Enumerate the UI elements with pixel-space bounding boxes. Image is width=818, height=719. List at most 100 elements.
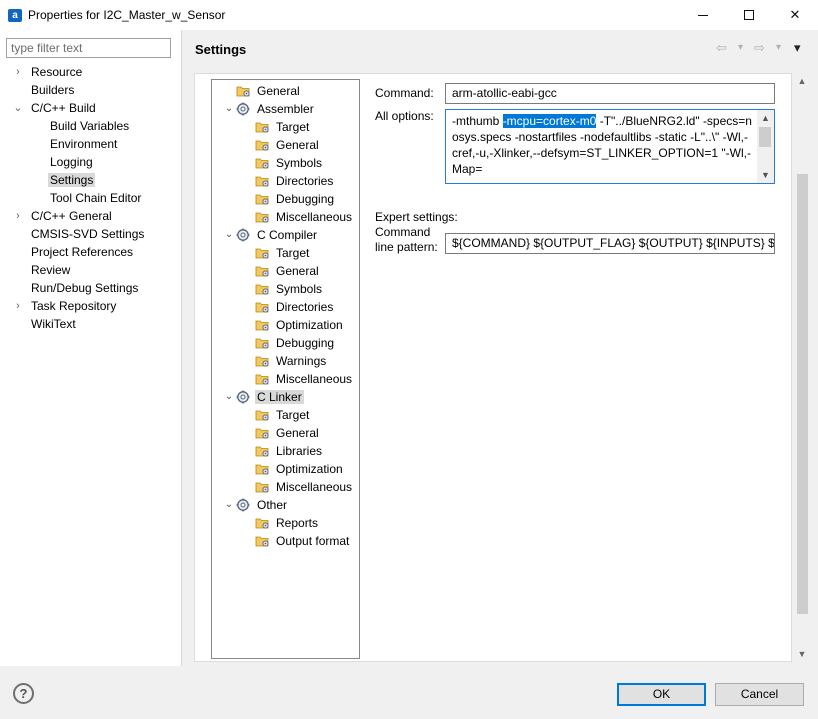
nav-item[interactable]: › Resource: [16, 63, 84, 81]
nav-item[interactable]: Environment: [48, 135, 119, 153]
scroll-down-icon[interactable]: ▼: [757, 168, 774, 182]
nav-item[interactable]: Run/Debug Settings: [29, 279, 140, 297]
nav-item[interactable]: ⌄ C/C++ Build: [13, 99, 98, 117]
tree-item[interactable]: Target: [255, 244, 311, 262]
tree-item[interactable]: Libraries: [255, 442, 324, 460]
command-line-pattern-field[interactable]: ${COMMAND} ${OUTPUT_FLAG} ${OUTPUT} ${IN…: [445, 233, 775, 254]
back-arrow-icon[interactable]: ⇦: [716, 40, 727, 56]
tree-item[interactable]: Target: [255, 406, 311, 424]
tree-item[interactable]: Warnings: [255, 352, 328, 370]
tree-item[interactable]: Directories: [255, 298, 335, 316]
nav-item[interactable]: Review: [29, 261, 72, 279]
folder-icon: [255, 264, 270, 278]
tree-item[interactable]: Optimization: [255, 316, 345, 334]
left-pane: ›Resource Builders ⌄C/C++ BuildBuild Varia…: [0, 30, 181, 666]
tree-item-label: Debugging: [276, 192, 335, 206]
tree-item-label: Directories: [276, 174, 334, 188]
tree-item[interactable]: General: [255, 424, 321, 442]
tree-item-label: Miscellaneous: [276, 372, 353, 386]
folder-icon: [255, 444, 270, 458]
scroll-up-icon[interactable]: ▲: [794, 73, 810, 89]
tree-item[interactable]: ⌄ Other: [225, 496, 289, 514]
folder-icon: [236, 84, 251, 98]
tree-item[interactable]: Miscellaneous: [255, 478, 354, 496]
nav-item[interactable]: Builders: [29, 81, 76, 99]
title-bar: a Properties for I2C_Master_w_Sensor ✕: [0, 0, 818, 30]
forward-arrow-icon[interactable]: ⇨: [754, 40, 765, 56]
nav-item[interactable]: Tool Chain Editor: [48, 189, 143, 207]
right-pane: Settings ⇦ ▾ ⇨ ▾ ▾ General ⌄ Assembler Targ…: [182, 30, 818, 666]
expert-settings-label: Expert settings:: [375, 210, 458, 224]
cancel-button[interactable]: Cancel: [715, 683, 804, 706]
nav-item-label: Builders: [31, 83, 75, 97]
nav-item-label: Run/Debug Settings: [31, 281, 139, 295]
tree-item[interactable]: Optimization: [255, 460, 345, 478]
tree-item[interactable]: Symbols: [255, 280, 324, 298]
tree-item[interactable]: Symbols: [255, 154, 324, 172]
chevron-down-icon[interactable]: ⌄: [223, 388, 235, 406]
content-scroll-thumb[interactable]: [797, 174, 808, 614]
tree-item-label: Target: [276, 408, 310, 422]
view-menu-icon[interactable]: ▾: [794, 40, 801, 56]
chevron-down-icon[interactable]: ⌄: [223, 100, 235, 118]
tree-item-label: Assembler: [257, 102, 314, 116]
command-field[interactable]: arm-atollic-eabi-gcc: [445, 83, 775, 104]
nav-item[interactable]: CMSIS-SVD Settings: [29, 225, 146, 243]
all-options-textarea[interactable]: -mthumb -mcpu=cortex-m0 -T"../BlueNRG2.l…: [445, 109, 775, 184]
folder-icon: [255, 462, 270, 476]
tree-item[interactable]: Output format: [255, 532, 351, 550]
chevron-right-icon[interactable]: ›: [12, 297, 24, 315]
chevron-down-icon[interactable]: ⌄: [223, 496, 235, 514]
tool-settings-tree[interactable]: General ⌄ Assembler Target General Symbols Dir…: [211, 79, 360, 659]
all-options-label: All options:: [375, 109, 434, 123]
folder-icon: [255, 318, 270, 332]
chevron-down-icon[interactable]: ⌄: [223, 226, 235, 244]
nav-item[interactable]: › C/C++ General: [16, 207, 114, 225]
scroll-up-icon[interactable]: ▲: [757, 111, 774, 125]
tree-item[interactable]: Debugging: [255, 190, 336, 208]
help-button[interactable]: ?: [13, 683, 34, 704]
gear-icon: [236, 228, 250, 242]
folder-icon: [255, 192, 270, 206]
close-button[interactable]: ✕: [772, 0, 818, 30]
tree-item-label: Debugging: [276, 336, 335, 350]
tree-item[interactable]: General: [255, 262, 321, 280]
nav-item[interactable]: Project References: [29, 243, 135, 261]
tree-item[interactable]: ⌄ C Compiler: [225, 226, 319, 244]
tree-item[interactable]: General: [255, 136, 321, 154]
tree-item-label: Output format: [276, 534, 350, 548]
nav-item[interactable]: Logging: [48, 153, 95, 171]
maximize-button[interactable]: [726, 0, 772, 30]
nav-item[interactable]: WikiText: [29, 315, 78, 333]
close-icon: ✕: [789, 7, 801, 22]
nav-item[interactable]: Settings: [48, 171, 96, 189]
scroll-down-icon[interactable]: ▼: [794, 646, 810, 662]
chevron-down-icon[interactable]: ⌄: [12, 99, 24, 117]
tree-item[interactable]: ⌄ C Linker: [225, 388, 304, 406]
tree-item-label: Warnings: [276, 354, 327, 368]
tree-item[interactable]: Debugging: [255, 334, 336, 352]
tree-item-label: Other: [257, 498, 288, 512]
minimize-button[interactable]: [680, 0, 726, 30]
nav-item[interactable]: › Task Repository: [16, 297, 118, 315]
tree-item[interactable]: Miscellaneous: [255, 208, 354, 226]
forward-history-dropdown-icon[interactable]: ▾: [776, 42, 781, 53]
nav-item[interactable]: Build Variables: [48, 117, 131, 135]
options-scrollbar[interactable]: ▲ ▼: [757, 110, 774, 183]
tree-item[interactable]: General: [236, 82, 302, 100]
tree-item[interactable]: ⌄ Assembler: [225, 100, 316, 118]
chevron-right-icon[interactable]: ›: [12, 207, 24, 225]
back-history-dropdown-icon[interactable]: ▾: [738, 42, 743, 53]
tree-item-label: General: [276, 426, 319, 440]
tree-item[interactable]: Reports: [255, 514, 320, 532]
filter-input[interactable]: [6, 38, 171, 58]
tree-item[interactable]: Directories: [255, 172, 335, 190]
settings-content: General ⌄ Assembler Target General Symbols Dir…: [194, 73, 792, 662]
tree-item[interactable]: Miscellaneous: [255, 370, 354, 388]
folder-icon: [255, 246, 270, 260]
chevron-right-icon[interactable]: ›: [12, 63, 24, 81]
options-scroll-thumb[interactable]: [759, 127, 771, 147]
content-scrollbar[interactable]: ▲ ▼: [794, 73, 810, 662]
ok-button[interactable]: OK: [617, 683, 706, 706]
tree-item[interactable]: Target: [255, 118, 311, 136]
